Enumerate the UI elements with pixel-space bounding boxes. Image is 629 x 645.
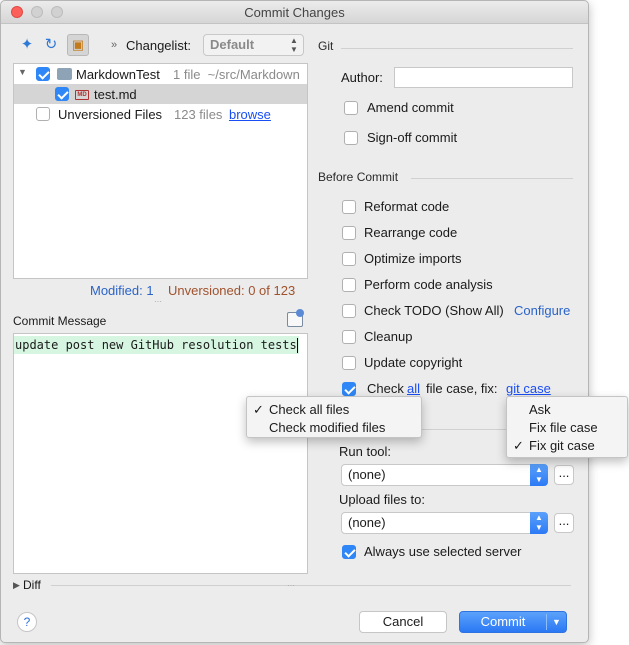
run-tool-select[interactable]: (none) ▲ ▼ xyxy=(341,464,548,486)
git-separator xyxy=(341,48,573,49)
author-input[interactable] xyxy=(394,67,573,88)
fix-mode-popup: Ask Fix file case ✓ Fix git case xyxy=(506,396,628,458)
chevron-updown-icon: ▲ ▼ xyxy=(530,464,548,486)
code-analysis-checkbox[interactable] xyxy=(342,278,356,292)
check-todo-label: Check TODO (Show All) xyxy=(364,303,504,318)
rearrange-label: Rearrange code xyxy=(364,225,458,240)
author-label: Author: xyxy=(341,70,383,85)
splitter-handle-icon[interactable]: ⋯ xyxy=(154,297,162,306)
run-tool-browse-button[interactable]: ... xyxy=(554,465,574,485)
changelist-label: Changelist: xyxy=(126,38,192,53)
git-section-title: Git xyxy=(318,39,334,53)
folder-icon xyxy=(57,68,72,80)
cleanup-label: Cleanup xyxy=(364,329,413,344)
amend-checkbox[interactable] xyxy=(344,101,358,115)
check-modified-files-option[interactable]: Check modified files xyxy=(269,420,385,435)
unversioned-checkbox[interactable] xyxy=(36,107,50,121)
signoff-checkbox[interactable] xyxy=(344,131,358,145)
expand-triangle-icon[interactable]: ▼ xyxy=(18,67,27,77)
rearrange-checkbox[interactable] xyxy=(342,226,356,240)
fix-file-case-option[interactable]: Fix file case xyxy=(529,420,598,435)
file-name[interactable]: test.md xyxy=(94,87,137,102)
commit-changes-dialog: Commit Changes ✦ ↻ ▣ » Changelist: Defau… xyxy=(0,0,589,643)
before-commit-separator xyxy=(411,178,573,179)
ask-option[interactable]: Ask xyxy=(529,402,551,417)
signoff-label: Sign-off commit xyxy=(367,130,458,145)
modified-count: Modified: 1 xyxy=(90,283,154,298)
shelve-icon[interactable]: ▣ xyxy=(67,34,89,56)
chevron-updown-icon: ▲ ▼ xyxy=(530,512,548,534)
diff-expand-icon[interactable]: ▶ xyxy=(13,580,20,591)
case-scope-popup: ✓ Check all files Check modified files xyxy=(246,396,422,438)
project-checkbox[interactable] xyxy=(36,67,50,81)
project-info: 1 file ~/src/Markdown xyxy=(173,67,300,82)
checkmark-icon: ✓ xyxy=(513,438,524,453)
unversioned-status: Unversioned: 0 of 123 xyxy=(168,283,296,298)
run-tool-label: Run tool: xyxy=(339,444,392,459)
upload-browse-button[interactable]: ... xyxy=(554,513,574,533)
diff-separator xyxy=(51,585,571,586)
title-bar: Commit Changes xyxy=(1,1,588,24)
check-file-case-prefix: Check xyxy=(367,381,404,396)
reformat-checkbox[interactable] xyxy=(342,200,356,214)
always-server-label: Always use selected server xyxy=(364,544,522,559)
file-checkbox[interactable] xyxy=(55,87,69,101)
update-copyright-checkbox[interactable] xyxy=(342,356,356,370)
changelist-select[interactable]: Default ▲ ▼ xyxy=(203,34,304,56)
checkmark-icon: ✓ xyxy=(253,402,264,417)
before-commit-title: Before Commit xyxy=(318,170,399,184)
optimize-imports-label: Optimize imports xyxy=(364,251,462,266)
changes-tree[interactable]: ▼ MarkdownTest 1 file ~/src/Markdown MD … xyxy=(13,63,308,279)
check-file-case-checkbox[interactable] xyxy=(342,382,356,396)
always-server-checkbox[interactable] xyxy=(342,545,356,559)
commit-message-label: Commit Message xyxy=(13,314,107,328)
commit-message-text[interactable]: update post new GitHub resolution tests xyxy=(14,336,299,354)
configure-link[interactable]: Configure xyxy=(514,303,570,318)
amend-label: Amend commit xyxy=(367,100,454,115)
diff-splitter-icon[interactable]: ⋯ xyxy=(287,581,295,590)
check-todo-checkbox[interactable] xyxy=(342,304,356,318)
upload-files-label: Upload files to: xyxy=(339,492,425,507)
commit-button-label: Commit xyxy=(480,614,526,629)
project-name: MarkdownTest xyxy=(76,67,160,82)
code-analysis-label: Perform code analysis xyxy=(364,277,493,292)
chevron-updown-icon: ▲ ▼ xyxy=(290,36,298,54)
window-title: Commit Changes xyxy=(244,5,345,20)
message-history-icon[interactable] xyxy=(287,309,304,327)
cancel-button[interactable]: Cancel xyxy=(359,611,447,633)
move-changes-icon[interactable]: ✦ xyxy=(17,35,37,55)
unversioned-label: Unversioned Files xyxy=(58,107,163,122)
check-all-files-option[interactable]: Check all files xyxy=(269,402,349,417)
refresh-icon[interactable]: ↻ xyxy=(41,35,61,55)
case-scope-link[interactable]: all xyxy=(407,381,420,396)
commit-button[interactable]: Commit ▼ xyxy=(459,611,567,633)
browse-link[interactable]: browse xyxy=(229,107,271,122)
upload-server-value: (none) xyxy=(348,515,386,530)
unversioned-count: 123 files xyxy=(174,107,223,122)
chevron-right-icon: » xyxy=(111,39,118,51)
diff-label[interactable]: Diff xyxy=(23,578,41,592)
clock-badge xyxy=(296,309,304,317)
commit-dropdown-arrow-icon[interactable]: ▼ xyxy=(546,614,566,630)
help-button[interactable]: ? xyxy=(17,612,37,632)
commit-message-input[interactable]: update post new GitHub resolution tests xyxy=(13,333,308,574)
changelist-value: Default xyxy=(210,37,255,52)
markdown-file-icon: MD xyxy=(75,90,89,100)
optimize-imports-checkbox[interactable] xyxy=(342,252,356,266)
fix-git-case-option[interactable]: Fix git case xyxy=(529,438,595,453)
reformat-label: Reformat code xyxy=(364,199,450,214)
cleanup-checkbox[interactable] xyxy=(342,330,356,344)
run-tool-value: (none) xyxy=(348,467,386,482)
update-copyright-label: Update copyright xyxy=(364,355,463,370)
upload-server-select[interactable]: (none) ▲ ▼ xyxy=(341,512,548,534)
fix-mode-link[interactable]: git case xyxy=(506,381,551,396)
check-file-case-middle: file case, fix: xyxy=(426,381,498,396)
